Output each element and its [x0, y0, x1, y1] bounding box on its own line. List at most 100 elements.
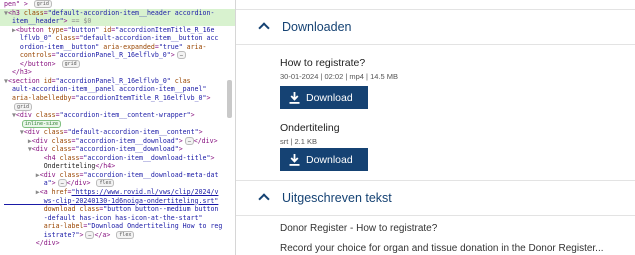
dom-tree-token: pen" > — [4, 0, 32, 8]
dom-tree-line[interactable]: ault-accordion-item__panel accordion-ite… — [0, 85, 235, 94]
dom-tree-token: > — [170, 51, 175, 60]
dom-tree-token: ▶ — [4, 25, 16, 34]
dom-tree-line[interactable]: Ondertiteling</h4> — [0, 162, 235, 171]
devtools-badge: … — [184, 136, 194, 145]
dom-tree-line[interactable]: ▼<section id="accordionPanel_R_16elflvb_… — [0, 77, 235, 86]
devtools-scrollbar[interactable] — [227, 80, 232, 118]
dom-tree-token: class — [51, 145, 72, 154]
dom-tree-line[interactable]: ordion-item__button" aria-expanded="true… — [0, 43, 235, 52]
dom-tree-line[interactable]: ▶<div class="accordion-item__download">…… — [0, 136, 235, 146]
dom-tree-token: "accordion-item__download-meta-dat — [83, 170, 219, 179]
dom-tree-token: class — [59, 153, 80, 162]
dom-tree-line[interactable]: </button> grid — [0, 59, 235, 69]
dom-tree-line[interactable]: aria-label="Download Ondertiteling How t… — [0, 222, 235, 231]
download-video-button[interactable]: Download — [280, 86, 368, 109]
dom-tree-line[interactable]: ▼<div class="accordion-item__download"> — [0, 145, 235, 154]
dom-tree-token: > — [178, 136, 183, 145]
dom-tree-line[interactable]: ▶<a href="https://www.rovid.nl/vws/clip/… — [0, 188, 235, 197]
download-item-title: Ondertiteling — [280, 122, 340, 134]
dom-tree-token: istrate?" — [4, 230, 80, 239]
dom-tree-line[interactable]: download class="button button--medium bu… — [0, 205, 235, 214]
dom-tree-token: ▶ — [4, 170, 40, 179]
transcript-heading: Donor Register - How to registrate? — [280, 223, 438, 234]
webpage-content: Downloaden How to registrate? 30-01-2024… — [236, 0, 635, 255]
dom-tree-line[interactable]: ▼<div class="accordion-item__content-wra… — [0, 111, 235, 120]
dom-tree-line[interactable]: ▼<div class="default-accordion-item__con… — [0, 128, 235, 137]
dom-tree-token: </h3> — [4, 68, 32, 77]
dom-tree-token: class — [55, 34, 76, 43]
dom-tree-token: aria-label — [4, 222, 84, 231]
dom-tree-token: aria-labelledby — [4, 94, 72, 103]
transcript-text: Record your choice for organ and tissue … — [280, 243, 604, 254]
dom-tree-token: lflvb_0" — [4, 34, 56, 43]
dom-tree-token: <div — [15, 111, 36, 120]
download-subtitles-button[interactable]: Download — [280, 148, 368, 171]
dom-tree-token: ▶ — [4, 136, 32, 145]
dom-tree-token: ordion-item__button" — [4, 42, 104, 51]
dom-tree-token — [4, 103, 12, 111]
download-button-label: Download — [306, 91, 353, 104]
dom-tree-line[interactable]: inline-size — [0, 119, 235, 129]
devtools-badge: inline-size — [21, 119, 62, 128]
dom-tree-token: <h4 — [4, 153, 60, 162]
dom-tree-token: </a> — [94, 230, 115, 239]
dom-tree-line[interactable]: ▶<button type="button" id="accordionItem… — [0, 26, 235, 35]
devtools-elements-panel: pen" > grid ▼<h3 class="default-accordion… — [0, 0, 236, 255]
dom-tree-line[interactable]: a">… </div> flex — [0, 179, 235, 188]
dom-tree-token: aria- — [186, 42, 207, 51]
dom-tree-token: class — [35, 111, 56, 120]
dom-tree-line[interactable]: pen" > grid — [0, 0, 235, 9]
chevron-up-icon — [258, 193, 270, 205]
dom-tree-line[interactable]: lflvb_0" class="default-accordion-item__… — [0, 34, 235, 43]
dom-tree-token: "accordionItemTitle_R_16elflvb_0" — [75, 94, 207, 103]
dom-tree-token: "button button--medium button — [103, 205, 219, 214]
dom-tree-token — [4, 120, 20, 128]
dom-tree-token: ▼ — [4, 111, 16, 120]
accordion-header-downloaden[interactable]: Downloaden — [236, 9, 635, 45]
dom-tree-token: Ondertiteling — [4, 162, 96, 171]
dom-tree-token: "default-accordion-item__button acc — [79, 34, 219, 43]
download-item-meta: srt | 2.1 KB — [280, 137, 317, 146]
dom-tree-token: ▶ — [4, 188, 40, 197]
dom-tree-token: <button — [15, 25, 48, 34]
dom-tree-token: "accordion-item__download-title" — [83, 153, 211, 162]
dom-tree-token: > — [178, 145, 183, 154]
dom-tree-line[interactable]: ▼<h3 class="default-accordion-item__head… — [0, 8, 235, 18]
dom-tree-token: "accordion-item__download" — [75, 136, 179, 145]
dom-tree-token: </div> — [193, 136, 218, 145]
dom-tree-token: > — [206, 94, 211, 103]
dom-tree-token: > — [79, 230, 84, 239]
accordion-header-uitgeschreven-tekst[interactable]: Uitgeschreven tekst — [236, 180, 635, 216]
download-item-title: How to registrate? — [280, 57, 366, 69]
dom-tree-token: <h3 — [7, 8, 24, 17]
dom-tree-token: "https://www.rovid.nl/vws/clip/2024/v — [71, 188, 219, 197]
dom-tree-line[interactable]: ▶<div class="accordion-item__download-me… — [0, 171, 235, 180]
download-icon — [289, 153, 300, 166]
dom-tree-line[interactable]: aria-labelledby="accordionItemTitle_R_16… — [0, 94, 235, 103]
dom-tree-line[interactable]: <h4 class="accordion-item__download-titl… — [0, 154, 235, 163]
dom-tree-token: class — [59, 170, 80, 179]
dom-tree-token: "accordionPanel_R_16elflvb_0" — [55, 76, 175, 85]
dom-tree-line[interactable]: item__header"> == $0 — [0, 17, 235, 26]
dom-tree-line[interactable]: </h3> — [0, 68, 235, 77]
dom-tree-token: > — [198, 128, 203, 137]
dom-tree-token: class — [51, 136, 72, 145]
dom-tree-token: item__header" — [4, 17, 64, 26]
dom-tree-token: "accordion-item__download" — [75, 145, 179, 154]
dom-tree-token: <div — [23, 128, 44, 137]
dom-tree-line[interactable]: -default has-icon has-icon-at-the-start" — [0, 214, 235, 223]
dom-tree-token: "default-accordion-item__content" — [67, 128, 199, 137]
dom-tree-token: class — [79, 205, 100, 214]
dom-tree-token: ault-accordion-item__panel accordion-ite… — [4, 85, 207, 94]
dom-tree-line[interactable]: ws-clip-20240130-1d6noiga-ondertiteling.… — [0, 197, 235, 206]
dom-tree-line[interactable]: </div> — [0, 239, 235, 248]
devtools-badge: grid — [13, 102, 32, 111]
dom-tree-line[interactable]: istrate?">… </a> flex — [0, 230, 235, 240]
dom-tree-line[interactable]: grid — [0, 102, 235, 112]
dom-tree-token: <div — [39, 170, 60, 179]
dom-tree-token: <a — [39, 188, 52, 197]
dom-tree-line[interactable]: controls="accordionPanel_R_16elflvb_0">… — [0, 51, 235, 60]
dom-tree-token: </div> — [4, 239, 60, 248]
dom-tree-token: download — [4, 205, 80, 214]
dom-tree-token: "button" — [67, 25, 104, 34]
